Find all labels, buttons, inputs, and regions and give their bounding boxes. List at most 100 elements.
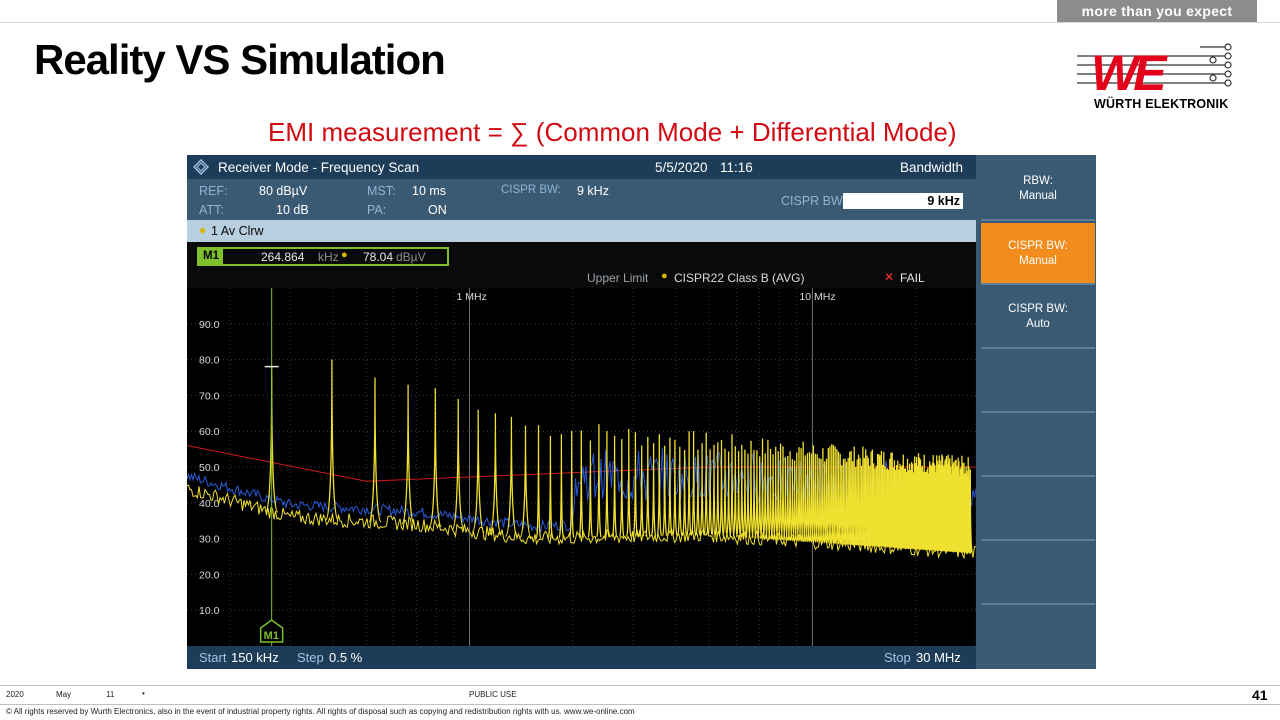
start-label: Start bbox=[199, 650, 227, 665]
harmonic-peak bbox=[650, 443, 657, 537]
trace-info-bar: ● 1 Av Clrw bbox=[187, 220, 976, 242]
harmonic-peak bbox=[735, 451, 742, 538]
date-readout: 5/5/2020 bbox=[655, 160, 708, 175]
harmonic-peak bbox=[535, 425, 542, 540]
x-tick-label: 1 MHz bbox=[457, 291, 487, 303]
harmonic-peak bbox=[742, 449, 748, 539]
footer-rule bbox=[0, 685, 1280, 686]
trace-dot-icon: ● bbox=[199, 223, 207, 237]
harmonic-peak bbox=[738, 444, 745, 538]
harmonic-peak bbox=[745, 453, 751, 539]
y-tick-label: 80.0 bbox=[199, 355, 220, 367]
softkey-empty-4[interactable] bbox=[981, 349, 1095, 411]
limit-name: CISPR22 Class B (AVG) bbox=[674, 271, 805, 285]
top-rule bbox=[0, 22, 1280, 23]
harmonic-peak bbox=[672, 439, 678, 537]
tagline-banner: more than you expect bbox=[1057, 0, 1257, 22]
harmonic-peak bbox=[681, 449, 688, 537]
harmonic-peak bbox=[656, 434, 663, 537]
ref-value: 80 dBµV bbox=[259, 184, 308, 198]
time-readout: 11:16 bbox=[720, 160, 753, 175]
stop-label: Stop bbox=[884, 650, 911, 665]
harmonic-peak bbox=[690, 431, 697, 536]
softkey-cispr-bw-auto[interactable]: CISPR BW: Auto bbox=[981, 286, 1095, 346]
limit-line-status: Upper Limit ● CISPR22 Class B (AVG) ✕ FA… bbox=[187, 270, 976, 288]
svg-text:WE: WE bbox=[1091, 45, 1168, 101]
footer-copyright: © All rights reserved by Wurth Electroni… bbox=[6, 707, 635, 716]
harmonic-peak bbox=[625, 428, 632, 538]
analyzer-screen: Receiver Mode - Frequency Scan 5/5/2020 … bbox=[187, 155, 1096, 669]
softkey-rbw-line2: Manual bbox=[1019, 190, 1057, 202]
softkey-rbw-line1: RBW: bbox=[1023, 175, 1053, 187]
softkey-cispr-bw-manual[interactable]: CISPR BW: Manual bbox=[981, 223, 1095, 283]
x-tick-label: 10 MHz bbox=[799, 291, 835, 303]
pa-label: PA: bbox=[367, 203, 387, 217]
mst-label: MST: bbox=[367, 184, 396, 198]
harmonic-peak bbox=[732, 446, 739, 538]
marker-readout-box[interactable]: M1 264.864 kHz ● 78.04 dBµV bbox=[197, 247, 449, 266]
fail-cross-icon: ✕ bbox=[884, 270, 895, 284]
footer-bullet: • bbox=[142, 689, 145, 698]
harmonic-peak bbox=[618, 439, 625, 538]
bandwidth-panel-header: Bandwidth bbox=[764, 155, 976, 179]
y-tick-label: 30.0 bbox=[199, 534, 220, 546]
page-number: 41 bbox=[1252, 687, 1268, 703]
softkey-cispr-auto-line2: Auto bbox=[1026, 318, 1050, 330]
marker-badge-label: M1 bbox=[264, 630, 279, 642]
footer-classification: PUBLIC USE bbox=[469, 690, 517, 699]
harmonic-peak bbox=[604, 431, 610, 538]
harmonic-peak bbox=[368, 377, 382, 523]
step-value: 0.5 % bbox=[329, 650, 363, 665]
marker-trace-dot-icon: ● bbox=[341, 249, 348, 261]
softkey-empty-5[interactable] bbox=[981, 413, 1095, 475]
mode-title: Receiver Mode - Frequency Scan bbox=[218, 160, 420, 175]
logo-wordmark: WÜRTH ELEKTRONIK bbox=[1094, 97, 1229, 111]
start-value: 150 kHz bbox=[231, 650, 279, 665]
harmonic-peak bbox=[686, 431, 692, 537]
softkey-empty-7[interactable] bbox=[981, 541, 1095, 603]
harmonic-peak bbox=[638, 445, 645, 538]
harmonic-peak bbox=[428, 388, 442, 528]
bandwidth-title: Bandwidth bbox=[899, 160, 963, 175]
limit-label: Upper Limit bbox=[587, 271, 649, 285]
cispr-bw-entry-panel: CISPR BW 9 kHz bbox=[764, 179, 976, 220]
harmonic-peak bbox=[325, 359, 339, 521]
diamond-logo-icon bbox=[193, 159, 209, 175]
marker-id: M1 bbox=[199, 249, 223, 264]
step-label: Step bbox=[297, 650, 324, 665]
cispr-bw-label: CISPR BW: bbox=[501, 184, 561, 196]
footer-month: May bbox=[56, 690, 72, 699]
marker-frequency: 264.864 bbox=[261, 250, 305, 264]
y-tick-label: 50.0 bbox=[199, 462, 220, 474]
fail-status: FAIL bbox=[900, 271, 925, 285]
footer-day: 11 bbox=[106, 690, 115, 699]
softkey-cispr-manual-line2: Manual bbox=[1019, 255, 1057, 267]
harmonic-peak bbox=[611, 435, 618, 538]
mst-value: 10 ms bbox=[412, 184, 447, 198]
marker-frequency-unit: kHz bbox=[318, 250, 339, 264]
cispr-bw-value: 9 kHz bbox=[577, 184, 609, 198]
softkey-rbw-manual[interactable]: RBW: Manual bbox=[981, 155, 1095, 221]
harmonic-peak bbox=[471, 409, 485, 533]
marker-readout-row: M1 264.864 kHz ● 78.04 dBµV bbox=[187, 242, 976, 270]
cispr-field-label: CISPR BW bbox=[781, 194, 843, 208]
ref-label: REF: bbox=[199, 184, 228, 198]
y-tick-label: 10.0 bbox=[199, 605, 220, 617]
softkey-divider bbox=[981, 603, 1095, 605]
limit-trace-dot-icon: ● bbox=[661, 270, 668, 282]
slide-title: Reality VS Simulation bbox=[34, 36, 446, 83]
softkey-cispr-auto-line1: CISPR BW: bbox=[1008, 303, 1068, 315]
softkey-panel: RBW: Manual CISPR BW: Manual CISPR BW: A… bbox=[976, 155, 1096, 669]
y-tick-label: 20.0 bbox=[199, 569, 220, 581]
harmonic-peak bbox=[699, 443, 705, 536]
cispr-bw-input[interactable]: 9 kHz bbox=[843, 193, 963, 209]
footer-rule-2 bbox=[0, 704, 1280, 705]
y-tick-label: 60.0 bbox=[199, 426, 220, 438]
footer-year: 2020 bbox=[6, 690, 24, 699]
softkey-divider bbox=[981, 219, 1095, 221]
trace-label: 1 Av Clrw bbox=[211, 224, 264, 238]
softkey-empty-6[interactable] bbox=[981, 477, 1095, 539]
scan-range-bar: Start 150 kHz Step 0.5 % Stop 30 MHz bbox=[187, 646, 976, 669]
marker-level-unit: dBµV bbox=[396, 250, 426, 264]
att-label: ATT: bbox=[199, 203, 224, 217]
